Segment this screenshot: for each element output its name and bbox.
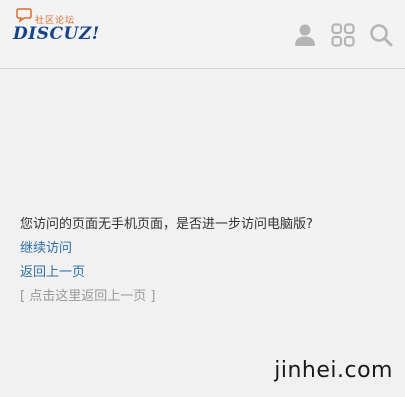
header-bar: 社区论坛 DISCUZ! [0, 0, 405, 69]
site-watermark: jinhei.com [274, 358, 393, 383]
grid-icon[interactable] [331, 23, 355, 47]
go-back-hint-link[interactable]: [ 点击这里返回上一页 ] [20, 285, 395, 309]
go-back-link[interactable]: 返回上一页 [20, 265, 85, 280]
header-icon-group [293, 22, 393, 48]
user-icon[interactable] [293, 23, 317, 47]
logo-wordmark: DISCUZ! [13, 24, 100, 44]
speech-bubble-icon [16, 8, 32, 22]
discuz-logo[interactable]: 社区论坛 DISCUZ! [13, 6, 99, 48]
continue-visit-link[interactable]: 继续访问 [20, 241, 72, 256]
no-mobile-page-message: 您访问的页面无手机页面，是否进一步访问电脑版? [20, 217, 313, 232]
search-icon[interactable] [369, 23, 393, 47]
message-panel: 您访问的页面无手机页面，是否进一步访问电脑版? 继续访问 返回上一页 [ 点击这… [20, 213, 395, 309]
